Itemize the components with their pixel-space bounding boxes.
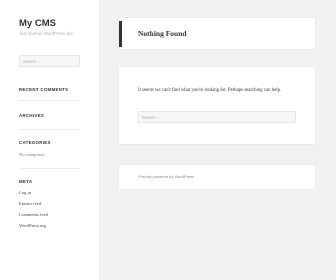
meta-link-comments-feed[interactable]: Comments feed — [19, 212, 48, 217]
meta-link-entries-feed[interactable]: Entries feed — [19, 201, 41, 206]
content-card: It seems we can't find what you're looki… — [119, 67, 315, 144]
meta-link-wordpress-org[interactable]: WordPress.org — [19, 223, 46, 228]
widget-divider — [19, 129, 80, 130]
categories-heading: CATEGORIES — [19, 140, 51, 145]
site-title-link[interactable]: My CMS — [19, 18, 56, 29]
no-categories-text: No categories — [19, 152, 45, 157]
page: My CMS Just another WordPress site RECEN… — [0, 0, 336, 280]
widget-divider — [19, 168, 80, 169]
sidebar-search-input[interactable] — [19, 55, 80, 67]
page-title: Nothing Found — [138, 29, 187, 38]
sidebar: My CMS Just another WordPress site RECEN… — [0, 0, 99, 280]
site-description: Just another WordPress site — [19, 31, 73, 36]
not-found-message: It seems we can't find what you're looki… — [138, 88, 282, 93]
page-header-card: Nothing Found — [119, 18, 315, 49]
footer-credit-link[interactable]: Proudly powered by WordPress — [138, 174, 194, 179]
widget-divider — [19, 100, 80, 101]
main-search-input[interactable] — [138, 111, 296, 123]
archives-heading: ARCHIVES — [19, 113, 45, 118]
site-footer: Proudly powered by WordPress — [119, 165, 315, 189]
header-accent-bar — [119, 21, 122, 47]
meta-link-login[interactable]: Log in — [19, 190, 31, 195]
recent-comments-heading: RECENT COMMENTS — [19, 87, 69, 92]
meta-heading: META — [19, 179, 33, 184]
